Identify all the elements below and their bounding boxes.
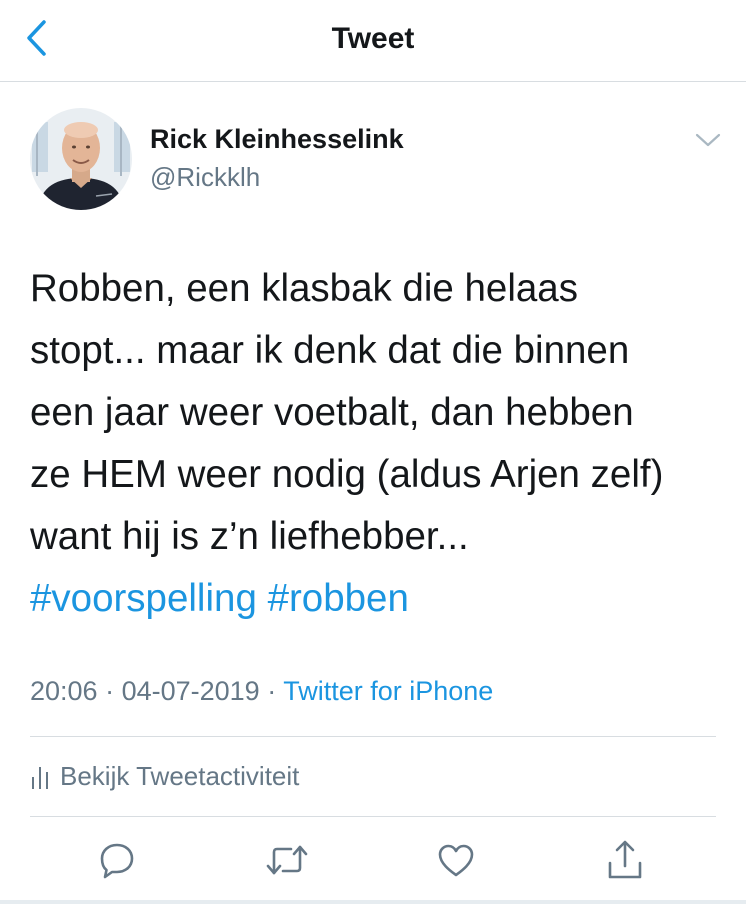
- avatar-photo: [30, 108, 132, 210]
- divider: [30, 816, 716, 817]
- reply-button[interactable]: [92, 835, 142, 885]
- bottom-divider: [0, 900, 746, 904]
- reply-icon: [100, 843, 134, 879]
- like-button[interactable]: [431, 835, 481, 885]
- like-icon: [438, 844, 474, 877]
- tweet-line: een jaar weer voetbalt, dan hebben: [30, 391, 634, 434]
- hashtag-line: #voorspelling #robben: [30, 568, 730, 630]
- chevron-down-icon: [695, 133, 721, 147]
- tweet-line: Robben, een klasbak die helaas: [30, 267, 578, 310]
- navigation-bar: Tweet: [0, 0, 746, 82]
- divider: [30, 736, 716, 737]
- bar-chart-icon: [30, 763, 50, 789]
- retweet-button[interactable]: [262, 835, 312, 885]
- tweet-source-link[interactable]: Twitter for iPhone: [283, 676, 493, 706]
- avatar[interactable]: [30, 108, 132, 210]
- tweet-meta: 20:06 · 04-07-2019 · Twitter for iPhone: [30, 676, 493, 707]
- tweet-actions: [0, 835, 746, 885]
- hashtag-voorspelling[interactable]: #voorspelling: [30, 577, 257, 620]
- meta-separator: ·: [259, 676, 284, 706]
- share-button[interactable]: [600, 835, 650, 885]
- tweet-text: Robben, een klasbak die helaas stopt... …: [30, 258, 730, 630]
- meta-separator: ·: [97, 676, 122, 706]
- hashtag-robben[interactable]: #robben: [268, 577, 409, 620]
- tweet-line: stopt... maar ik denk dat die binnen: [30, 329, 630, 372]
- page-title: Tweet: [331, 22, 415, 55]
- share-icon: [608, 840, 642, 879]
- tweet-line: want hij is z’n liefhebber...: [30, 515, 469, 558]
- tweet-line: ze HEM weer nodig (aldus Arjen zelf): [30, 453, 664, 496]
- retweet-icon: [266, 845, 308, 875]
- tweet-date: 04-07-2019: [121, 676, 260, 706]
- tweet-time: 20:06: [30, 676, 98, 706]
- more-options-button[interactable]: [688, 124, 728, 156]
- tweet-activity-link[interactable]: Bekijk Tweetactiviteit: [30, 758, 299, 794]
- tweet-activity-label: Bekijk Tweetactiviteit: [60, 760, 300, 791]
- author-name[interactable]: Rick Kleinhesselink: [150, 124, 404, 155]
- author-handle[interactable]: @Rickklh: [150, 162, 260, 193]
